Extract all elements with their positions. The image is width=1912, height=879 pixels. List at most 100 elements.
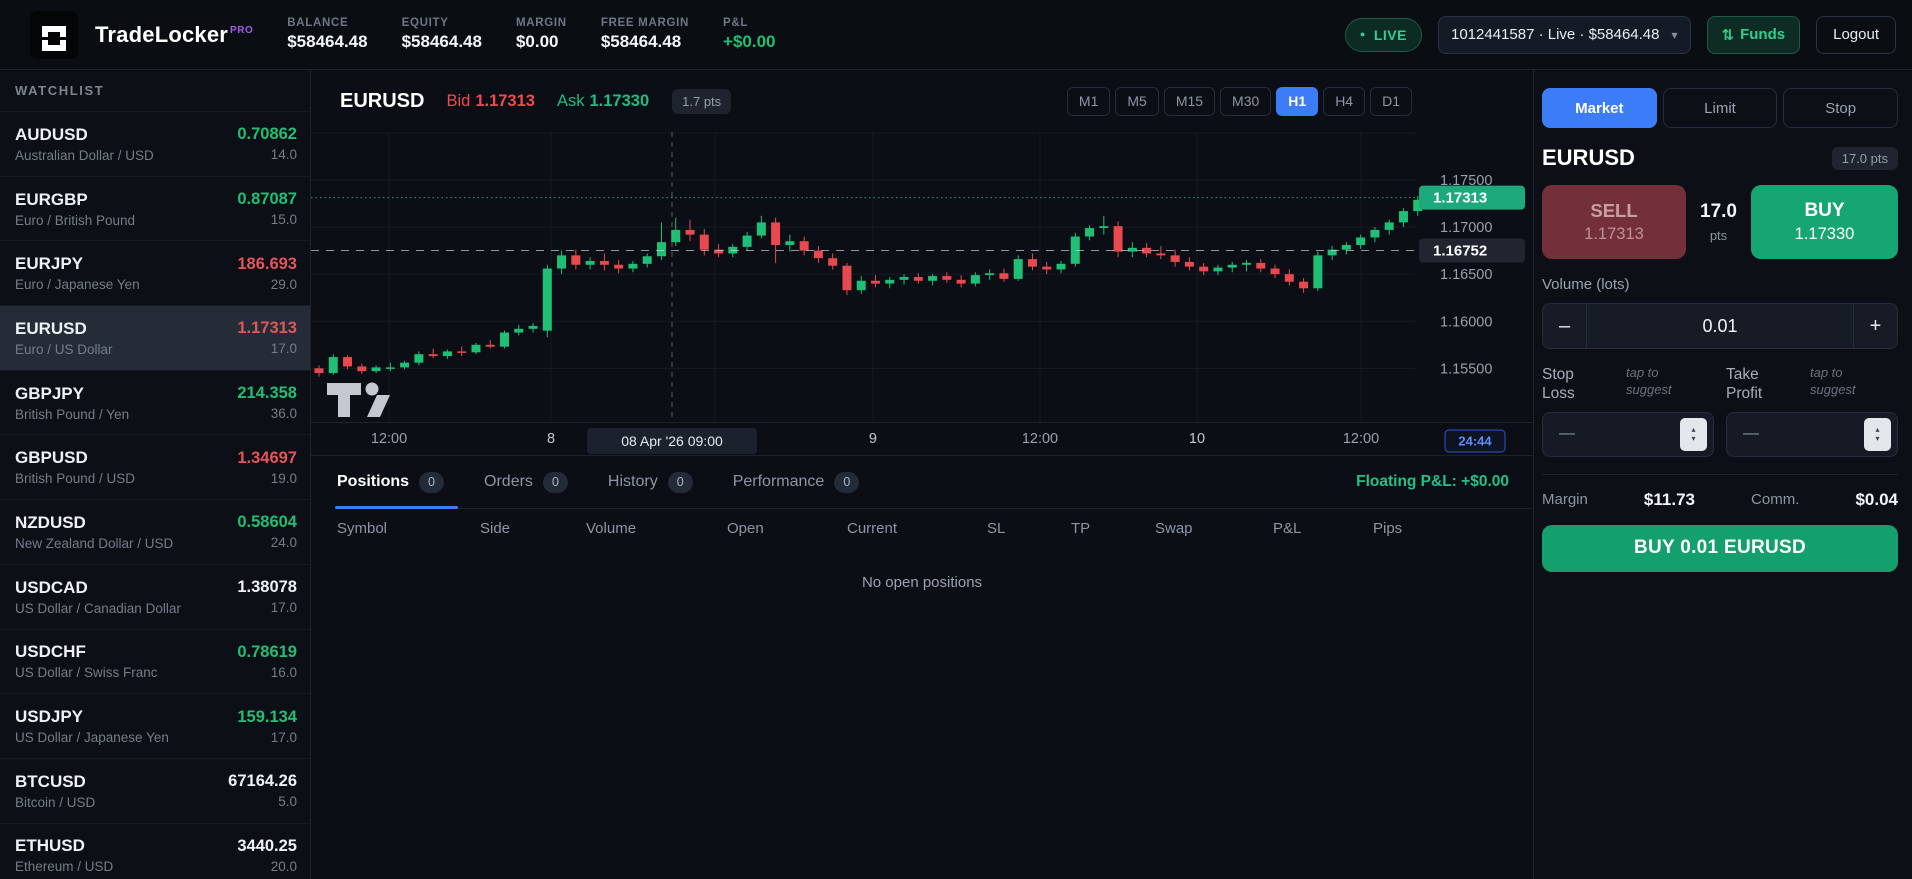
positions-table-header: Symbol Side Volume Open Current SL TP Swap P&L Pi…	[337, 509, 1533, 547]
fees-row: Margin $11.73 Comm. $0.04	[1542, 490, 1898, 510]
spinner-down-icon: ▾	[1691, 434, 1696, 444]
column-header-volume: Volume	[586, 519, 637, 537]
bid-quote: Bid 1.17313	[446, 91, 535, 110]
svg-text:8: 8	[547, 431, 555, 447]
sell-button[interactable]: SELL 1.17313	[1542, 185, 1686, 259]
svg-text:1.16500: 1.16500	[1440, 267, 1492, 283]
svg-text:24:44: 24:44	[1458, 434, 1492, 449]
timeframe-button-m30[interactable]: M30	[1220, 86, 1272, 116]
watchlist-row-usdjpy[interactable]: USDJPY US Dollar / Japanese Yen 159.134 17.…	[0, 693, 310, 758]
svg-text:12:00: 12:00	[1022, 431, 1058, 447]
top-bar: TradeLocker PRO BALANCE $58464.48 EQUITY $58…	[0, 0, 1912, 70]
column-header-pips: Pips	[1373, 519, 1403, 537]
column-header-side: Side	[480, 519, 511, 537]
chart-panel: EURUSD Bid 1.17313 Ask 1.17330 1.7 pts M1 M…	[311, 70, 1533, 879]
spread-badge: 1.7 pts	[672, 88, 732, 114]
svg-text:9: 9	[869, 431, 877, 447]
timeframe-button-m1[interactable]: M1	[1066, 86, 1111, 116]
order-tab-market[interactable]: Market	[1542, 88, 1657, 128]
order-tab-stop[interactable]: Stop	[1783, 88, 1899, 128]
watchlist-rows: AUDUSD Australian Dollar / USD 0.70862 14.0…	[0, 111, 310, 879]
svg-text:08 Apr '26 09:00: 08 Apr '26 09:00	[621, 433, 723, 449]
volume-increase-button[interactable]: +	[1853, 304, 1897, 348]
ask-quote: Ask 1.17330	[556, 91, 650, 110]
account-stat: MARGIN $0.00	[515, 17, 567, 51]
logout-button[interactable]: Logout	[1816, 15, 1896, 54]
svg-text:12:00: 12:00	[371, 431, 407, 447]
order-type-tabs: Market Limit Stop	[1542, 88, 1899, 128]
take-profit-label: Take Profit	[1726, 366, 1763, 403]
watchlist-row-ethusd[interactable]: ETHUSD Ethereum / USD 3440.25 20.0	[0, 822, 310, 879]
order-spread-badge: 17.0 pts	[1831, 146, 1898, 170]
svg-text:1.17313: 1.17313	[1433, 190, 1487, 207]
account-stat: P&L +$0.00	[723, 17, 776, 51]
timeframe-button-m5[interactable]: M5	[1115, 86, 1159, 116]
live-dot-icon: ●	[1359, 29, 1366, 39]
take-profit-spinner[interactable]: ▴ ▾	[1864, 417, 1891, 451]
order-symbol: EURUSD	[1542, 145, 1635, 170]
buy-button[interactable]: BUY 1.17330	[1751, 185, 1898, 259]
account-stat: FREE MARGIN $58464.48	[600, 17, 690, 51]
timeframe-button-m15[interactable]: M15	[1163, 86, 1216, 116]
chevron-down-icon: ▾	[1671, 27, 1678, 42]
watchlist-row-gbpusd[interactable]: GBPUSD British Pound / USD 1.34697 19.0	[0, 434, 310, 499]
tradelocker-logo-icon	[30, 10, 78, 59]
watchlist-row-eurusd[interactable]: EURUSD Euro / US Dollar 1.17313 17.0	[0, 305, 310, 370]
stop-loss-hint[interactable]: tap to suggest	[1626, 365, 1688, 399]
live-status-badge: ● LIVE	[1344, 17, 1422, 52]
take-profit-hint[interactable]: tap to suggest	[1810, 365, 1872, 399]
column-header-swap: Swap	[1155, 519, 1193, 537]
watchlist-row-usdcad[interactable]: USDCAD US Dollar / Canadian Dollar 1.38078…	[0, 563, 310, 629]
positions-tabs: Positions 0 Orders 0 History 0 Performance 0 Flo…	[334, 456, 1533, 509]
volume-decrease-button[interactable]: –	[1543, 304, 1587, 348]
chart-symbol: EURUSD	[340, 89, 425, 112]
divider	[1542, 473, 1898, 475]
chart-header: EURUSD Bid 1.17313 Ask 1.17330 1.7 pts M1 M…	[311, 70, 1533, 132]
column-header-sl: SL	[987, 519, 1006, 537]
floating-pnl: Floating P&L: +$0.00	[1356, 473, 1509, 490]
svg-text:1.15500: 1.15500	[1440, 361, 1492, 377]
watchlist-row-gbpjpy[interactable]: GBPJPY British Pound / Yen 214.358 36.0	[0, 369, 310, 435]
order-tab-limit[interactable]: Limit	[1662, 88, 1778, 128]
take-profit-input[interactable]: — ▴ ▾	[1726, 411, 1898, 457]
stop-loss-label: Stop Loss	[1542, 366, 1575, 403]
funds-arrows-icon: ⇅	[1721, 26, 1735, 44]
account-stat: BALANCE $58464.48	[287, 17, 368, 51]
watchlist-row-usdchf[interactable]: USDCHF US Dollar / Swiss Franc 0.78619 16.0	[0, 628, 310, 694]
stop-loss-spinner[interactable]: ▴ ▾	[1680, 417, 1707, 451]
commission-value: $0.04	[1855, 489, 1898, 509]
timeframe-button-h4[interactable]: H4	[1323, 86, 1366, 116]
watchlist-row-eurgbp[interactable]: EURGBP Euro / British Pound 0.87087 15.0	[0, 175, 310, 241]
tab-performance[interactable]: Performance 0	[733, 456, 860, 508]
spinner-up-icon: ▴	[1875, 424, 1880, 434]
account-stats: BALANCE $58464.48 EQUITY $58464.48 MARGIN $0.…	[287, 17, 775, 52]
tab-orders[interactable]: Orders 0	[484, 456, 568, 508]
timeframe-selector: M1 M5 M15 M30 H1 H4 D1	[1066, 86, 1412, 116]
account-selector[interactable]: 1012441587 · Live · $58464.48 ▾	[1437, 15, 1691, 54]
candlestick-chart[interactable]: 1.17500 1.17000 1.16500 1.16000 1.15500 1.173…	[311, 132, 1533, 455]
timeframe-button-h1[interactable]: H1	[1276, 86, 1319, 116]
tab-positions[interactable]: Positions 0	[334, 456, 459, 509]
funds-button[interactable]: ⇅ Funds	[1706, 15, 1801, 54]
watchlist-row-audusd[interactable]: AUDUSD Australian Dollar / USD 0.70862 14.0	[0, 111, 310, 176]
timeframe-button-d1[interactable]: D1	[1370, 86, 1412, 116]
trade-buttons: SELL 1.17313 17.0 pts BUY 1.17330	[1542, 185, 1898, 259]
margin-label: Margin	[1542, 491, 1588, 509]
watchlist-sidebar: WATCHLIST AUDUSD Australian Dollar / USD 0…	[0, 70, 311, 879]
watchlist-row-eurjpy[interactable]: EURJPY Euro / Japanese Yen 186.693 29.0	[0, 240, 310, 305]
quantity-stepper: – 0.01 +	[1542, 303, 1898, 349]
stop-loss-input[interactable]: — ▴ ▾	[1542, 411, 1714, 457]
watchlist-title: WATCHLIST	[15, 83, 105, 98]
topbar-actions: ● LIVE 1012441587 · Live · $58464.48 ▾ ⇅…	[1344, 15, 1896, 54]
positions-empty-message: No open positions	[861, 574, 983, 591]
spinner-up-icon: ▴	[1691, 424, 1696, 434]
svg-text:12:00: 12:00	[1343, 431, 1379, 447]
volume-value[interactable]: 0.01	[1587, 304, 1853, 348]
watchlist-row-nzdusd[interactable]: NZDUSD New Zealand Dollar / USD 0.58604 24.…	[0, 499, 310, 564]
column-header-pl: P&L	[1273, 519, 1302, 537]
column-header-open: Open	[727, 519, 764, 537]
watchlist-row-btcusd[interactable]: BTCUSD Bitcoin / USD 67164.26 5.0	[0, 757, 310, 823]
svg-text:1.16000: 1.16000	[1440, 314, 1492, 330]
submit-order-button[interactable]: BUY 0.01 EURUSD	[1542, 524, 1898, 572]
tab-history[interactable]: History 0	[608, 456, 693, 508]
